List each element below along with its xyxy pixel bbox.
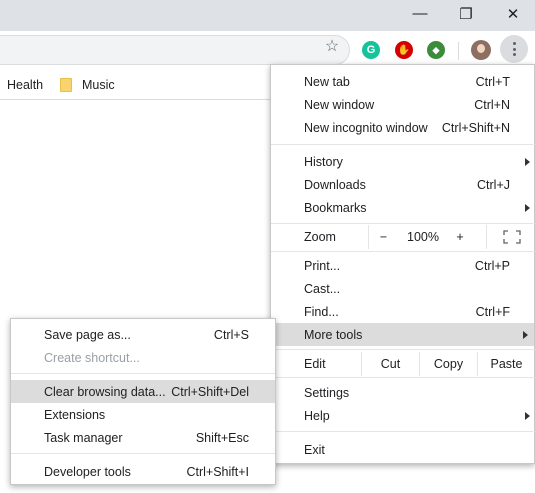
menu-item-task-manager[interactable]: Task manager Shift+Esc bbox=[11, 426, 275, 449]
submenu-arrow-icon bbox=[525, 411, 530, 420]
menu-item-new-incognito[interactable]: New incognito window Ctrl+Shift+N bbox=[271, 116, 535, 139]
menu-item-save-page[interactable]: Save page as... Ctrl+S bbox=[11, 323, 275, 346]
menu-divider bbox=[271, 431, 535, 432]
zoom-level: 100% bbox=[407, 230, 439, 244]
menu-item-find[interactable]: Find... Ctrl+F bbox=[271, 300, 535, 323]
menu-item-clear-browsing-data[interactable]: Clear browsing data... Ctrl+Shift+Del bbox=[11, 380, 275, 403]
grammarly-icon[interactable]: G bbox=[362, 41, 380, 59]
profile-avatar[interactable] bbox=[471, 40, 491, 60]
menu-item-print[interactable]: Print... Ctrl+P bbox=[271, 254, 535, 277]
bookmark-label: Health bbox=[7, 78, 44, 92]
minimize-button[interactable]: — bbox=[400, 0, 440, 27]
minus-icon: − bbox=[379, 230, 388, 244]
fullscreen-icon bbox=[502, 230, 521, 244]
chrome-menu-button[interactable] bbox=[500, 35, 528, 63]
bookmark-music[interactable]: Music bbox=[60, 75, 115, 95]
menu-divider bbox=[271, 377, 535, 378]
close-window-button[interactable]: ✕ bbox=[493, 0, 533, 27]
menu-item-history[interactable]: History bbox=[271, 150, 535, 173]
folder-icon bbox=[60, 78, 72, 92]
menu-item-new-tab[interactable]: New tab Ctrl+T bbox=[271, 70, 535, 93]
more-tools-submenu: Save page as... Ctrl+S Create shortcut..… bbox=[10, 318, 276, 485]
restore-button[interactable]: ❐ bbox=[446, 0, 486, 27]
menu-item-create-shortcut[interactable]: Create shortcut... bbox=[11, 346, 275, 369]
menu-divider bbox=[271, 251, 535, 252]
submenu-arrow-icon bbox=[525, 203, 530, 212]
menu-item-extensions[interactable]: Extensions bbox=[11, 403, 275, 426]
menu-item-developer-tools[interactable]: Developer tools Ctrl+Shift+I bbox=[11, 460, 275, 483]
cut-button[interactable]: Cut bbox=[361, 352, 419, 376]
plus-icon: + bbox=[456, 230, 464, 244]
fullscreen-button[interactable] bbox=[486, 225, 535, 249]
minimize-icon: — bbox=[412, 5, 428, 22]
menu-divider bbox=[271, 223, 535, 224]
close-icon: ✕ bbox=[506, 5, 520, 23]
paste-button[interactable]: Paste bbox=[477, 352, 535, 376]
menu-divider bbox=[11, 453, 275, 454]
adblock-icon[interactable]: ✋ bbox=[395, 41, 413, 59]
restore-icon: ❐ bbox=[459, 5, 473, 23]
zoom-out-button[interactable]: − bbox=[368, 225, 398, 249]
copy-button[interactable]: Copy bbox=[419, 352, 477, 376]
menu-item-settings[interactable]: Settings bbox=[271, 381, 535, 404]
bookmark-label: Music bbox=[82, 78, 115, 92]
menu-divider bbox=[271, 144, 535, 145]
menu-item-downloads[interactable]: Downloads Ctrl+J bbox=[271, 173, 535, 196]
bookmark-health[interactable]: Health bbox=[7, 75, 43, 95]
menu-item-help[interactable]: Help bbox=[271, 404, 535, 427]
globe-extension-icon[interactable]: ◆ bbox=[427, 41, 445, 59]
submenu-arrow-icon bbox=[525, 157, 530, 166]
menu-divider bbox=[11, 373, 275, 374]
toolbar-separator bbox=[458, 42, 459, 60]
menu-item-cast[interactable]: Cast... bbox=[271, 277, 535, 300]
menu-item-more-tools[interactable]: More tools bbox=[271, 323, 534, 346]
submenu-arrow-icon bbox=[523, 330, 528, 339]
title-bar: — ❐ ✕ bbox=[0, 0, 535, 31]
zoom-in-button[interactable]: + bbox=[445, 225, 475, 249]
menu-divider bbox=[271, 349, 535, 350]
menu-item-bookmarks[interactable]: Bookmarks bbox=[271, 196, 535, 219]
menu-item-exit[interactable]: Exit bbox=[271, 438, 535, 461]
address-bar[interactable] bbox=[0, 35, 350, 65]
menu-item-new-window[interactable]: New window Ctrl+N bbox=[271, 93, 535, 116]
bookmark-star-icon[interactable]: ☆ bbox=[322, 36, 342, 56]
chrome-main-menu: New tab Ctrl+T New window Ctrl+N New inc… bbox=[270, 64, 535, 464]
